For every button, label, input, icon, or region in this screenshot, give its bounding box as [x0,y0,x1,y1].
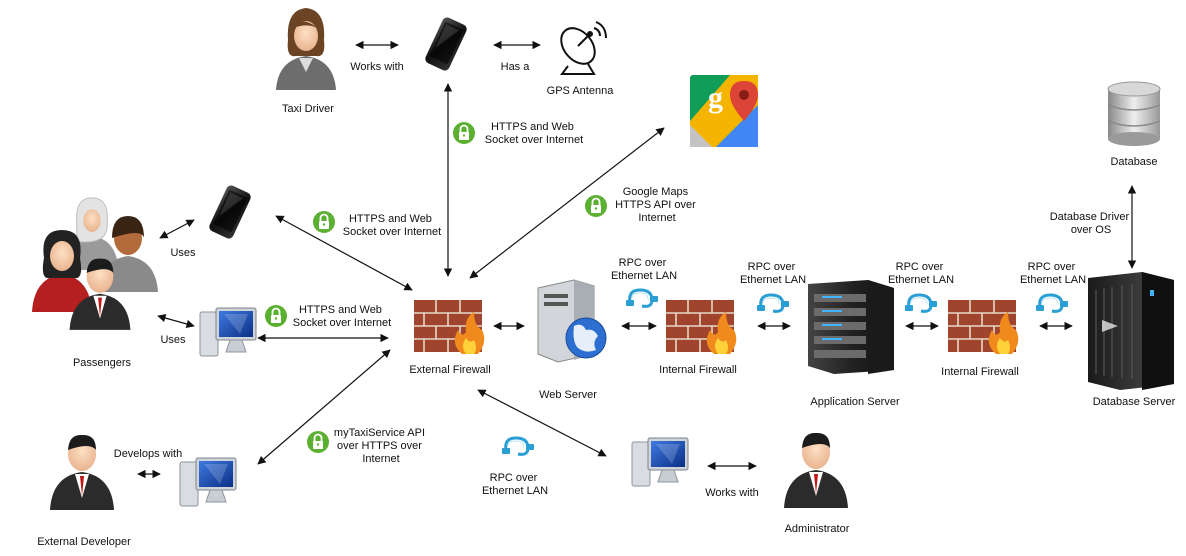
node-label-web-server: Web Server [539,389,597,401]
application-server-icon [808,280,894,374]
label-line: Google Maps [623,186,689,198]
edge-label-mytaxi-api: myTaxiService API over HTTPS over Intern… [334,427,428,465]
label-line: Database Driver [1050,211,1130,223]
ethernet-cable-icon [1034,293,1070,313]
external-firewall-icon [413,299,486,355]
lock-icon [306,430,330,454]
external-developer-icon [50,434,114,510]
label-line: Ethernet LAN [1020,274,1086,286]
node-label-application-server: Application Server [810,396,900,408]
node-label-external-developer: External Developer [37,536,131,548]
label-line: over OS [1071,224,1111,236]
edge-label-uses-phone: Uses [170,247,196,259]
label-line: Ethernet LAN [888,274,954,286]
label-line: RPC over [1028,261,1076,273]
node-label-database: Database [1110,156,1157,168]
passenger-pc-icon [199,307,257,357]
node-label-external-firewall: External Firewall [409,364,490,376]
edge-label-rpc-internal-app: RPC over Ethernet LAN [740,261,806,286]
ethernet-cable-icon [755,293,791,313]
node-label-gps-antenna: GPS Antenna [547,85,615,97]
edge-label-db-driver: Database Driver over OS [1050,211,1133,236]
web-server-icon [537,279,607,363]
internal-firewall-1-icon [665,299,738,355]
edge-passengers-pc [157,313,195,329]
label-line: Socket over Internet [293,317,391,329]
label-line: Internet [362,453,399,465]
label-line: RPC over [490,472,538,484]
node-label-taxi-driver: Taxi Driver [282,103,334,115]
svg-text:g: g [708,81,723,114]
label-line: Socket over Internet [343,226,441,238]
label-line: Internet [638,212,675,224]
edge-label-develops-with: Develops with [114,448,182,460]
edge-label-uses-pc: Uses [160,334,186,346]
label-line: Socket over Internet [485,134,583,146]
lock-icon [584,194,608,218]
ethernet-cable-icon [500,436,536,456]
passenger-smartphone-icon [207,183,253,241]
edge-label-works-with-driver: Works with [350,61,404,73]
label-line: Ethernet LAN [740,274,806,286]
edge-label-works-with-admin: Works with [705,487,759,499]
label-line: Ethernet LAN [482,485,548,497]
node-label-administrator: Administrator [785,523,850,535]
edge-label-rpc-internal-db: RPC over Ethernet LAN [1020,261,1086,286]
deployment-diagram: Taxi Driver Works with Has a GPS Antenna… [0,0,1186,556]
taxi-driver-icon [276,8,336,90]
label-line: RPC over [619,257,667,269]
lock-icon [264,304,288,328]
edge-label-rpc-web-internal: RPC over Ethernet LAN [611,257,677,282]
lock-icon [312,210,336,234]
label-line: HTTPS and Web [349,213,432,225]
label-line: Ethernet LAN [611,270,677,282]
passengers-icon [32,197,158,330]
diagram-canvas: Taxi Driver Works with Has a GPS Antenna… [32,8,1176,548]
edge-label-passenger-pc-https: HTTPS and Web Socket over Internet [293,304,391,329]
edge-label-rpc-admin: RPC over Ethernet LAN [482,472,548,497]
label-line: over HTTPS over [337,440,422,452]
label-line: myTaxiService API [334,427,425,439]
edge-label-rpc-app-internal: RPC over Ethernet LAN [888,261,954,286]
label-line: HTTPS and Web [299,304,382,316]
node-label-passengers: Passengers [73,357,132,369]
edge-label-passenger-phone-https: HTTPS and Web Socket over Internet [343,213,441,238]
driver-smartphone-icon [423,15,469,73]
internal-firewall-2-icon [947,299,1020,355]
database-server-icon [1088,272,1174,390]
label-line: HTTPS API over [615,199,696,211]
label-line: HTTPS and Web [491,121,574,133]
gps-antenna-icon [560,21,607,75]
database-icon [1107,81,1161,146]
ethernet-cable-icon [624,288,660,308]
google-maps-icon: g [690,75,758,147]
administrator-icon [784,432,848,508]
node-label-internal-firewall-2: Internal Firewall [941,366,1019,378]
edge-label-has-a: Has a [501,61,531,73]
admin-pc-icon [631,437,689,487]
edge-passengers-phone [159,219,195,239]
label-line: RPC over [896,261,944,273]
label-line: RPC over [748,261,796,273]
node-label-database-server: Database Server [1093,396,1176,408]
ethernet-cable-icon [903,293,939,313]
edge-label-google-maps-api: Google Maps HTTPS API over Internet [615,186,699,224]
lock-icon [452,121,476,145]
edge-label-driver-https: HTTPS and Web Socket over Internet [485,121,583,146]
developer-pc-icon [179,457,237,507]
node-label-internal-firewall-1: Internal Firewall [659,364,737,376]
